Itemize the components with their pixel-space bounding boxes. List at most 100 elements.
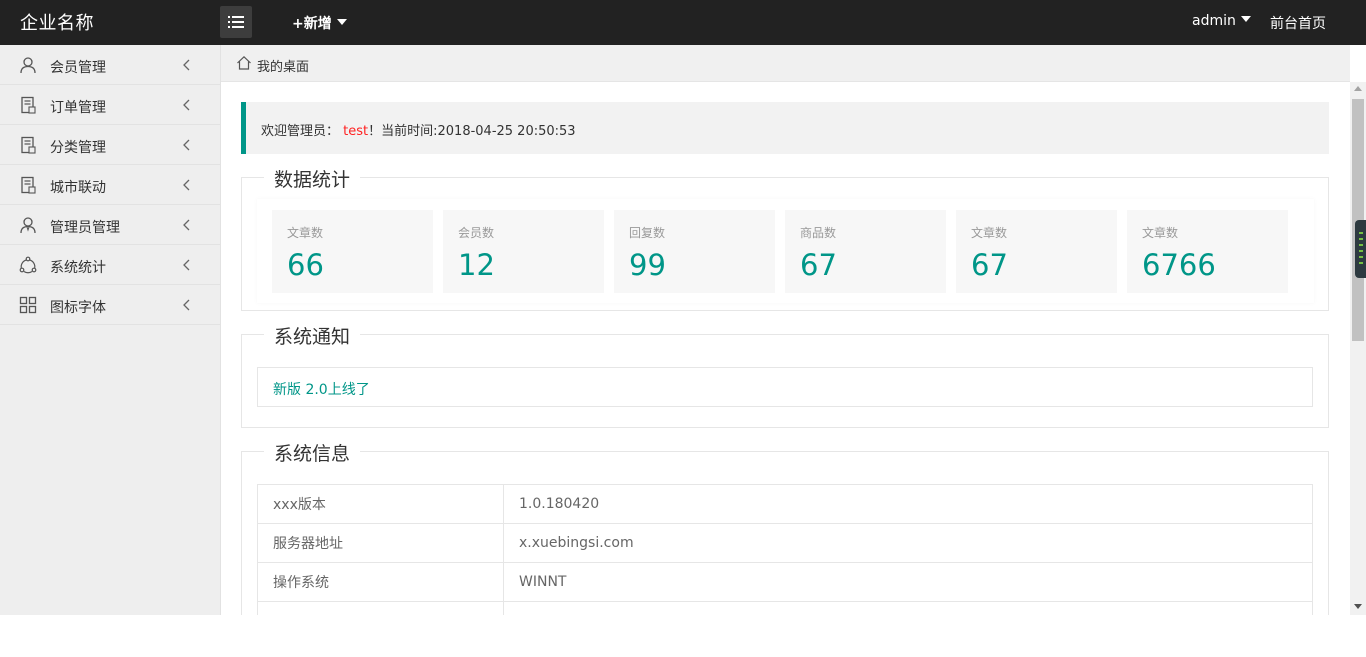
stat-value: 67	[971, 248, 1008, 282]
welcome-text: 欢迎管理员： test！当前时间:2018-04-25 20:50:53	[261, 120, 576, 139]
stat-label: 文章数	[287, 226, 324, 240]
welcome-prefix: 欢迎管理员：	[261, 124, 340, 139]
table-row: 操作系统 WINNT	[257, 562, 1313, 602]
notice-item: 新版 2.0上线了	[257, 367, 1313, 407]
sidebar-item-label: 系统统计	[50, 260, 106, 276]
chevron-left-icon	[183, 139, 190, 151]
sysinfo-value	[503, 601, 1313, 615]
stats-icon	[19, 256, 37, 274]
stat-card[interactable]: 文章数 66	[272, 210, 433, 293]
city-icon	[21, 176, 36, 194]
chevron-left-icon	[183, 59, 190, 71]
list-icon	[228, 16, 244, 28]
notice-panel: 系统通知 新版 2.0上线了	[241, 322, 1329, 428]
widget-bar	[1359, 256, 1363, 258]
sidebar-item-label: 城市联动	[50, 180, 106, 196]
breadcrumb: 我的桌面	[221, 45, 1350, 82]
front-home-link[interactable]: 前台首页	[1270, 13, 1326, 33]
main-content: 我的桌面 欢迎管理员： test！当前时间:2018-04-25 20:50:5…	[221, 45, 1350, 615]
scroll-up-arrow-icon[interactable]	[1354, 86, 1362, 91]
admin-name: test	[343, 124, 369, 139]
stat-label: 商品数	[800, 226, 837, 240]
notice-link[interactable]: 新版 2.0上线了	[273, 379, 370, 399]
stat-value: 99	[629, 248, 666, 282]
notice-title: 系统通知	[264, 322, 361, 349]
sidebar-item-categories[interactable]: 分类管理	[0, 125, 220, 165]
sysinfo-value: 1.0.180420	[503, 484, 1313, 524]
stat-label: 文章数	[1142, 226, 1179, 240]
sidebar-item-label: 订单管理	[50, 100, 106, 116]
widget-bar	[1359, 250, 1363, 252]
sidebar-item-label: 会员管理	[50, 60, 106, 76]
stats-title: 数据统计	[264, 165, 361, 192]
breadcrumb-desktop[interactable]: 我的桌面	[257, 56, 309, 75]
widget-bar	[1359, 232, 1363, 234]
welcome-banner: 欢迎管理员： test！当前时间:2018-04-25 20:50:53	[241, 102, 1329, 154]
sysinfo-key	[257, 601, 504, 615]
sidebar-item-members[interactable]: 会员管理	[0, 45, 220, 85]
widget-bar	[1359, 262, 1363, 264]
table-row	[257, 601, 1313, 615]
user-menu[interactable]: admin	[1192, 13, 1251, 29]
chevron-left-icon	[183, 179, 190, 191]
home-icon	[237, 55, 251, 70]
admin-page: 企业名称 +新增 admin 前台首页 会员管理 订单管理 分类管理 城市联动 …	[0, 0, 1366, 615]
sysinfo-key: 服务器地址	[257, 523, 504, 563]
sidebar-item-admins[interactable]: 管理员管理	[0, 205, 220, 245]
sidebar-item-stats[interactable]: 系统统计	[0, 245, 220, 285]
stat-card[interactable]: 会员数 12	[443, 210, 604, 293]
add-new-menu[interactable]: +新增	[292, 13, 347, 33]
sysinfo-value: x.xuebingsi.com	[503, 523, 1313, 563]
sidebar-item-iconfont[interactable]: 图标字体	[0, 285, 220, 325]
widget-bar	[1359, 244, 1363, 246]
stat-card[interactable]: 文章数 67	[956, 210, 1117, 293]
widget-bar	[1359, 238, 1363, 240]
sidebar-item-label: 分类管理	[50, 140, 106, 156]
chevron-left-icon	[183, 259, 190, 271]
chevron-left-icon	[183, 219, 190, 231]
scroll-down-arrow-icon[interactable]	[1354, 604, 1362, 609]
stats-panel: 数据统计 文章数 66 会员数 12 回复数 99 商品数 67 文章数 67 …	[241, 165, 1329, 311]
side-widget[interactable]	[1355, 220, 1366, 278]
sidebar-item-orders[interactable]: 订单管理	[0, 85, 220, 125]
stat-card[interactable]: 回复数 99	[614, 210, 775, 293]
stat-label: 会员数	[458, 226, 495, 240]
sysinfo-value: WINNT	[503, 562, 1313, 602]
chevron-left-icon	[183, 299, 190, 311]
stats-cards: 文章数 66 会员数 12 回复数 99 商品数 67 文章数 67 文章数 6…	[257, 199, 1314, 303]
stat-label: 回复数	[629, 226, 666, 240]
admin-icon	[20, 217, 36, 234]
stat-label: 文章数	[971, 226, 1008, 240]
stat-value: 66	[287, 248, 324, 282]
company-logo[interactable]: 企业名称	[20, 9, 94, 35]
stat-card[interactable]: 商品数 67	[785, 210, 946, 293]
stat-value: 6766	[1142, 248, 1216, 282]
sidebar: 会员管理 订单管理 分类管理 城市联动 管理员管理 系统统计 图标字体	[0, 45, 221, 615]
top-header: 企业名称 +新增 admin 前台首页	[0, 0, 1366, 45]
category-icon	[21, 136, 36, 154]
sidebar-item-label: 图标字体	[50, 300, 106, 316]
chevron-left-icon	[183, 99, 190, 111]
sysinfo-table: xxx版本 1.0.180420 服务器地址 x.xuebingsi.com 操…	[257, 484, 1313, 615]
sysinfo-key: xxx版本	[257, 484, 504, 524]
stat-value: 67	[800, 248, 837, 282]
sysinfo-panel: 系统信息 xxx版本 1.0.180420 服务器地址 x.xuebingsi.…	[241, 439, 1329, 615]
table-row: 服务器地址 x.xuebingsi.com	[257, 523, 1313, 563]
stat-value: 12	[458, 248, 495, 282]
sidebar-item-city[interactable]: 城市联动	[0, 165, 220, 205]
order-icon	[21, 96, 36, 114]
table-row: xxx版本 1.0.180420	[257, 484, 1313, 524]
sysinfo-key: 操作系统	[257, 562, 504, 602]
sidebar-item-label: 管理员管理	[50, 220, 120, 236]
sysinfo-title: 系统信息	[264, 439, 361, 466]
stat-card[interactable]: 文章数 6766	[1127, 210, 1288, 293]
grid-icon	[19, 296, 37, 314]
user-name: admin	[1192, 13, 1236, 29]
user-icon	[20, 57, 36, 74]
menu-toggle-button[interactable]	[220, 6, 252, 38]
add-new-label: +新增	[292, 16, 332, 32]
main-scrollbar[interactable]	[1350, 82, 1366, 615]
caret-down-icon	[1240, 16, 1251, 22]
caret-down-icon	[336, 19, 347, 25]
welcome-suffix: ！当前时间:2018-04-25 20:50:53	[368, 124, 576, 139]
